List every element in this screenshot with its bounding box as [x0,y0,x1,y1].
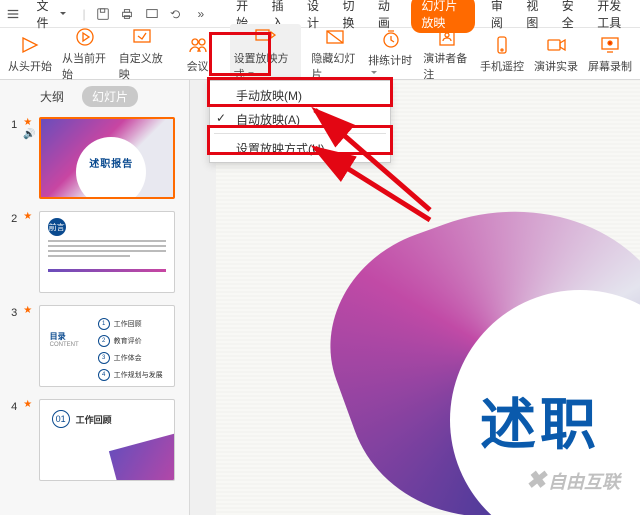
meeting-icon [187,34,209,56]
ribbon: 从头开始从当前开始自定义放映 会议 设置放映方式隐藏幻灯片排练计时演讲者备注手机遥控… [0,28,640,80]
thumb-icons: ★🔊 [23,117,33,140]
more-icon[interactable]: » [194,6,209,22]
set-mode-button[interactable]: 设置放映方式 [230,24,302,84]
meeting-button[interactable]: 会议 [176,34,220,74]
rehearse-button[interactable]: 排练计时 [368,28,413,80]
print-icon[interactable] [120,6,135,22]
ribbon-label: 从头开始 [8,58,52,74]
watermark: ✖自由互联 [526,466,620,495]
remote-icon [491,34,513,56]
dropdown-item[interactable]: 手动放映(M) [210,83,390,107]
thumb3-left-en: CONTENT [50,342,79,348]
thumb4-num: 01 [52,410,70,428]
save-icon[interactable] [96,6,111,22]
check-icon: ✓ [216,111,230,125]
slide-title: 述职 [480,380,600,461]
thumb-4[interactable]: 01 工作回顾 [39,399,175,481]
thumb-2[interactable]: 前言 [39,211,175,293]
presenter-notes-icon [436,26,458,48]
ribbon-label: 自定义放映 [119,50,166,82]
thumb-1[interactable]: 述职报告 [39,117,175,199]
presenter-notes-button[interactable]: 演讲者备注 [423,26,470,82]
from-current-button[interactable]: 从当前开始 [62,26,109,82]
slide-panel: 大纲 幻灯片 1 ★🔊 述职报告 2 ★ 前言 [0,80,190,515]
from-start-button[interactable]: 从头开始 [8,34,52,74]
screen-rec-icon [599,34,621,56]
thumb3-left-label: 目录 [50,332,66,341]
rehearse-icon [380,28,402,50]
hide-button[interactable]: 隐藏幻灯片 [311,26,358,82]
tab-开发工具[interactable]: 开发工具 [595,0,634,33]
thumb4-title: 工作回顾 [76,413,112,426]
tab-安全[interactable]: 安全 [560,0,581,33]
tab-视图[interactable]: 视图 [524,0,545,33]
from-current-icon [74,26,96,48]
preview-icon[interactable] [145,6,160,22]
record-icon [545,34,567,56]
dropdown-label: 手动放映(M) [236,87,302,104]
record-button[interactable]: 演讲实录 [534,34,578,74]
from-start-icon [19,34,41,56]
tab-slides[interactable]: 幻灯片 [82,86,138,107]
thumb-3[interactable]: 目录CONTENT 1工作回顾2教育评价3工作体会4工作规划与发展 [39,305,175,387]
menu-icon[interactable] [6,6,21,22]
custom-button[interactable]: 自定义放映 [119,26,166,82]
thumb-number: 1 [6,117,17,131]
custom-icon [131,26,153,48]
thumb1-title: 述职报告 [76,137,146,199]
screen-rec-button[interactable]: 屏幕录制 [588,34,632,74]
set-mode-dropdown: 手动放映(M) ✓ 自动放映(A) 设置放映方式(U)... [209,80,391,163]
tab-outline[interactable]: 大纲 [30,86,74,107]
ribbon-label: 会议 [187,58,209,74]
thumb-number: 4 [6,399,17,413]
file-label: 文件 [37,0,58,31]
tab-审阅[interactable]: 审阅 [489,0,510,33]
thumb-number: 3 [6,305,17,319]
thumb-number: 2 [6,211,17,225]
set-mode-icon [254,26,276,48]
ribbon-label: 设置放映方式 [234,50,298,82]
ribbon-label: 排练计时 [368,52,413,80]
dropdown-item[interactable]: ✓ 自动放映(A) [210,107,390,131]
ribbon-label: 从当前开始 [62,50,109,82]
undo-icon[interactable] [169,6,184,22]
ribbon-label: 演讲实录 [534,58,578,74]
ribbon-label: 演讲者备注 [423,50,470,82]
dropdown-settings[interactable]: 设置放映方式(U)... [210,136,390,160]
ribbon-label: 隐藏幻灯片 [311,50,358,82]
dropdown-label: 自动放映(A) [236,111,300,128]
ribbon-label: 屏幕录制 [588,58,632,74]
hide-icon [324,26,346,48]
remote-button[interactable]: 手机遥控 [480,34,524,74]
ribbon-label: 手机遥控 [480,58,524,74]
